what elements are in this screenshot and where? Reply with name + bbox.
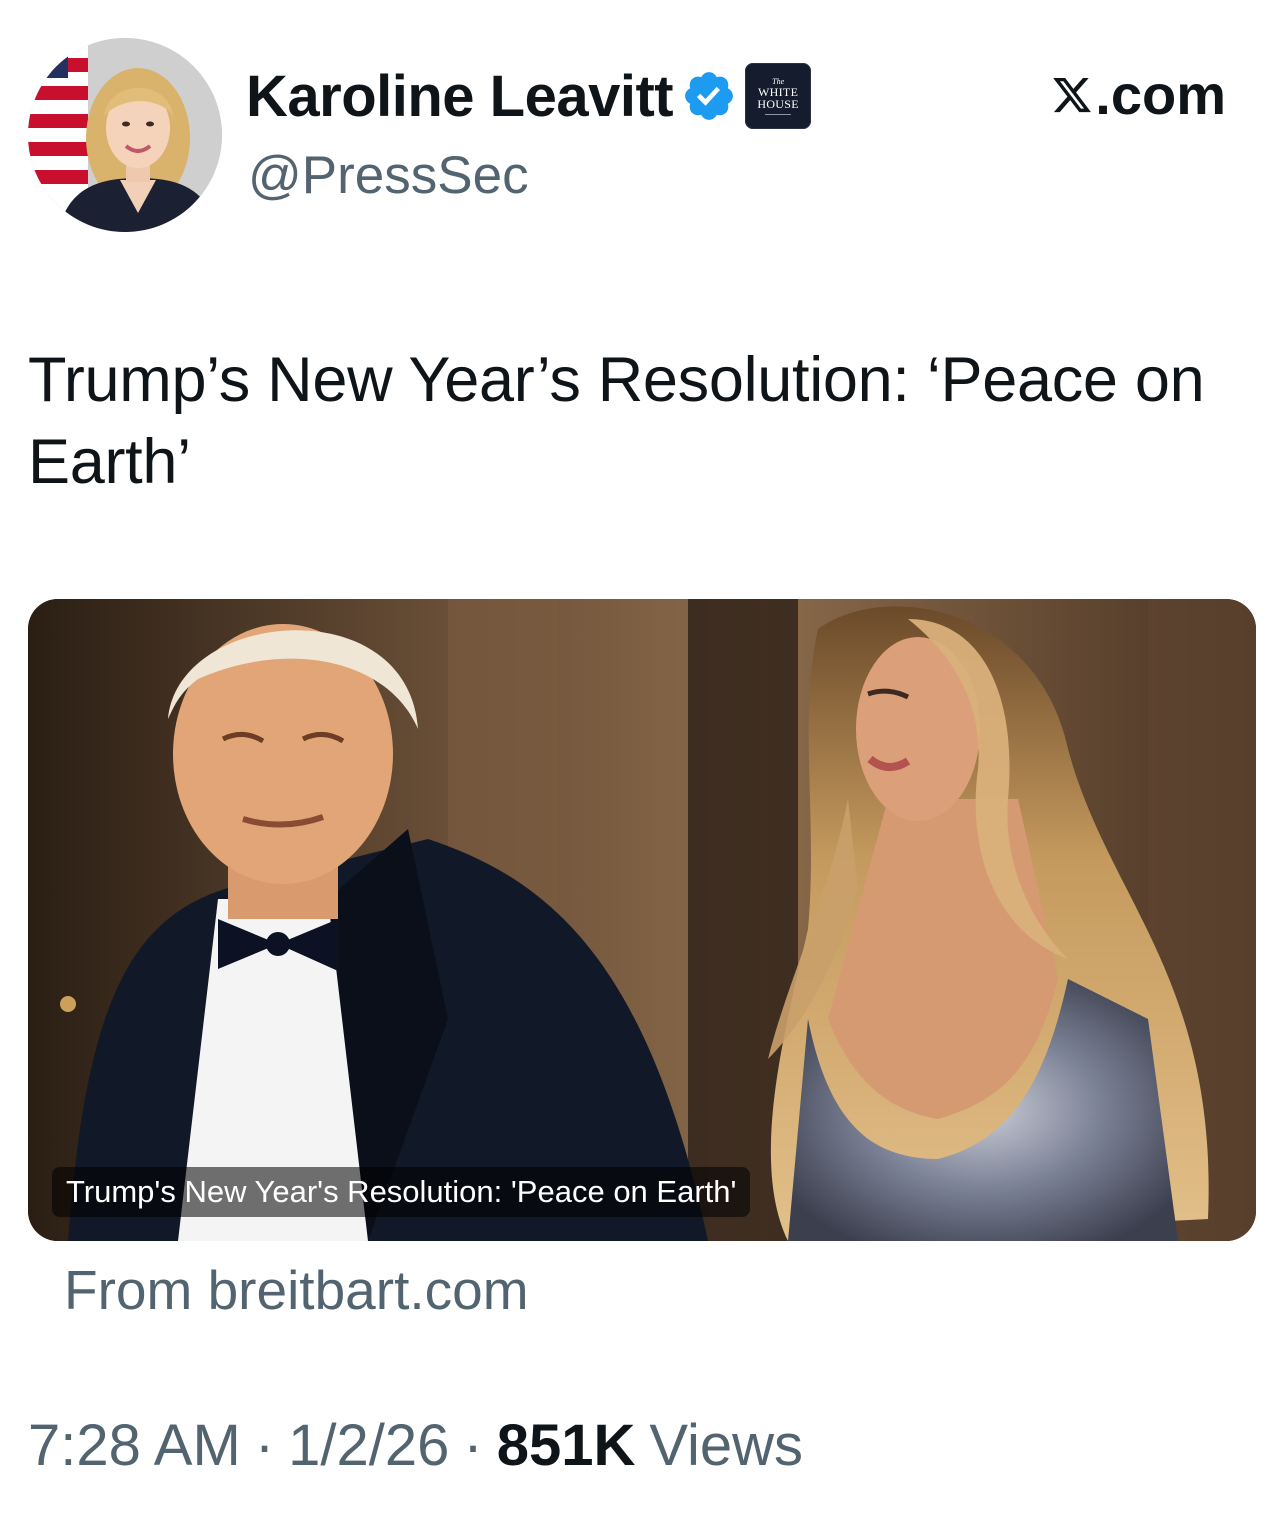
- author-avatar[interactable]: [28, 38, 222, 232]
- link-card-caption: Trump's New Year's Resolution: 'Peace on…: [52, 1167, 751, 1217]
- avatar-image: [28, 38, 222, 232]
- meta-separator: ·: [254, 1413, 275, 1478]
- views-label: Views: [649, 1413, 804, 1478]
- verified-badge-icon[interactable]: [681, 68, 737, 124]
- site-domain-suffix: .com: [1095, 63, 1226, 126]
- tweet-meta: 7:28 AM · 1/2/26 · 851K Views: [28, 1412, 803, 1479]
- affiliate-badge-line3: HOUSE: [757, 96, 799, 111]
- link-card-image[interactable]: Trump's New Year's Resolution: 'Peace on…: [28, 599, 1256, 1241]
- site-label[interactable]: .com: [1051, 62, 1226, 127]
- affiliate-badge-line2: WHITE: [758, 84, 799, 99]
- link-card-source[interactable]: From breitbart.com: [64, 1258, 529, 1322]
- author-handle[interactable]: @PressSec: [248, 145, 529, 206]
- tweet-time[interactable]: 7:28 AM: [28, 1412, 241, 1479]
- card-photo: [28, 599, 1256, 1241]
- white-house-affiliate-badge[interactable]: The WHITE HOUSE: [745, 63, 812, 129]
- tweet-date[interactable]: 1/2/26: [288, 1412, 449, 1479]
- author-display-name[interactable]: Karoline Leavitt: [246, 63, 674, 130]
- meta-separator: ·: [463, 1413, 483, 1478]
- affiliate-badge-rule: [765, 113, 792, 115]
- views-count[interactable]: 851K: [497, 1412, 636, 1479]
- author-name-row: Karoline Leavitt The WHITE HOUSE: [246, 58, 812, 134]
- tweet-text: Trump’s New Year’s Resolution: ‘Peace on…: [28, 345, 1205, 497]
- x-logo-icon: [1053, 77, 1092, 112]
